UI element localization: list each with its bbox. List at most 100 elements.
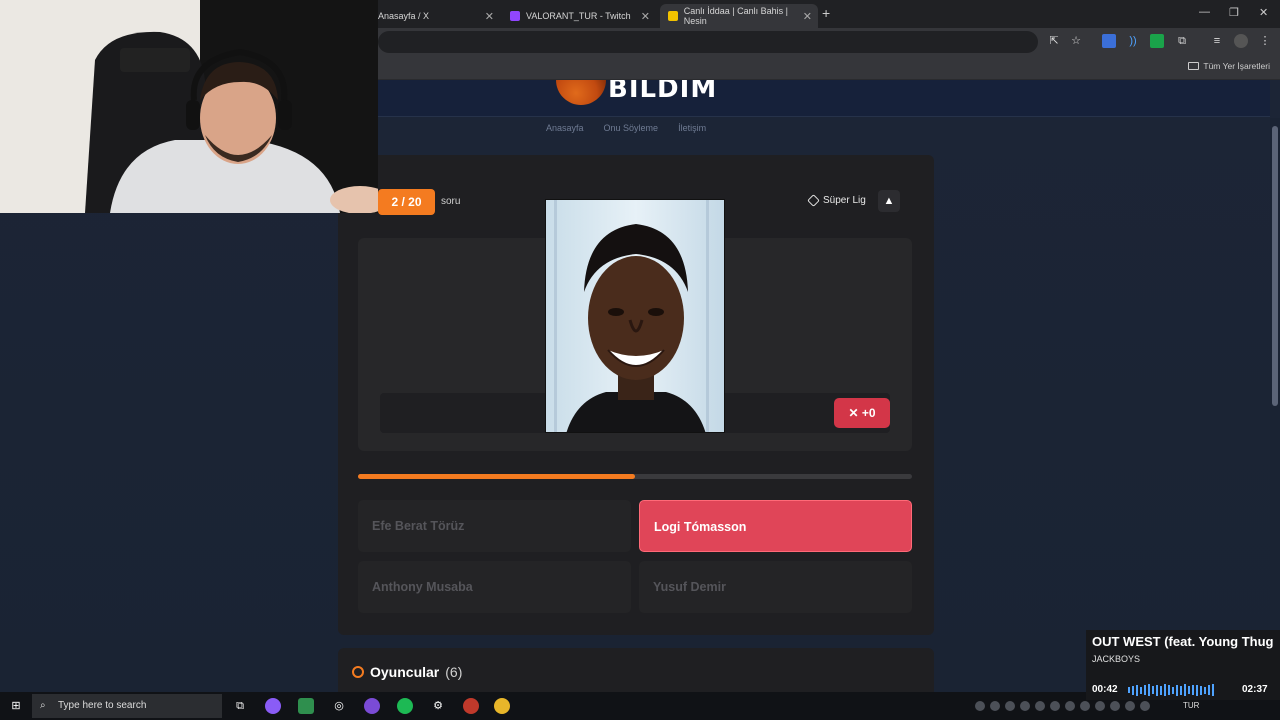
option-4[interactable]: Yusuf Demir [639, 561, 912, 613]
steam-icon[interactable]: ⚙ [430, 698, 446, 714]
nav-contact[interactable]: İletişim [678, 123, 706, 133]
tab-title: Anasayfa / X [378, 11, 430, 21]
folder-icon [1188, 62, 1200, 70]
waveform-bar [1156, 684, 1158, 696]
question-counter: 2 / 20 [378, 189, 435, 215]
nav-home[interactable]: Anasayfa [546, 123, 584, 133]
players-section: Oyuncular (6) [338, 648, 934, 692]
puzzle-icon[interactable]: ⧉ [1175, 34, 1189, 48]
waveform-bar [1152, 686, 1154, 694]
waveform-bar [1200, 685, 1202, 695]
users-icon [352, 666, 364, 678]
close-icon[interactable]: ✕ [485, 10, 494, 23]
extension-icon[interactable]: )) [1126, 34, 1140, 48]
copilot-icon[interactable] [265, 698, 281, 714]
logo-mark [556, 80, 606, 105]
league-tag: Süper Lig [807, 194, 866, 207]
waveform-bar [1168, 685, 1170, 695]
settings-icon[interactable]: ◎ [331, 698, 347, 714]
kick-icon[interactable] [1150, 34, 1164, 48]
waveform-bar [1140, 686, 1142, 694]
search-icon: ⌕ [40, 700, 46, 711]
app-icon[interactable] [364, 698, 380, 714]
tab-title: VALORANT_TUR - Twitch [526, 11, 631, 21]
waveform-bar [1208, 685, 1210, 695]
score-button[interactable]: ✕ +0 [834, 398, 890, 428]
question-word: soru [441, 196, 461, 207]
iddaa-icon [668, 11, 678, 21]
waveform-bar [1184, 684, 1186, 696]
option-2[interactable]: Logi Tómasson [639, 500, 912, 552]
spotify-icon[interactable] [397, 698, 413, 714]
audio-waveform [1128, 684, 1214, 696]
search-placeholder: Type here to search [58, 700, 147, 711]
restore-icon[interactable]: ❐ [1229, 6, 1239, 19]
tab-search-icon[interactable]: ≡ [1210, 34, 1224, 48]
webcam-overlay [0, 0, 378, 213]
waveform-bar [1148, 684, 1150, 696]
star-icon[interactable]: ☆ [1069, 34, 1083, 48]
streamer-webcam-image [0, 0, 378, 213]
waveform-bar [1212, 684, 1214, 696]
new-tab-button[interactable]: + [822, 5, 830, 21]
player-portrait-image [546, 200, 724, 432]
waveform-bar [1176, 684, 1178, 696]
language-indicator[interactable]: TUR [1183, 701, 1199, 710]
song-title: OUT WEST (feat. Young Thug [1092, 634, 1274, 649]
profile-avatar[interactable] [1234, 34, 1248, 48]
players-title: Oyuncular [370, 664, 440, 680]
option-3[interactable]: Anthony Musaba [358, 561, 631, 613]
minimize-icon[interactable]: — [1199, 6, 1210, 18]
report-button[interactable]: ▲ [878, 190, 900, 212]
logo-text: BİLDİM [608, 80, 718, 104]
system-tray[interactable] [975, 701, 1150, 711]
nav-dont-say[interactable]: Onu Söyleme [604, 123, 659, 133]
waveform-bar [1164, 684, 1166, 696]
waveform-bar [1188, 686, 1190, 694]
site-nav: Anasayfa Onu Söyleme İletişim [546, 123, 706, 133]
omnibox[interactable] [378, 31, 1038, 53]
waveform-bar [1192, 685, 1194, 695]
players-count: (6) [445, 664, 463, 680]
song-artist: JACKBOYS [1092, 654, 1141, 664]
now-playing-widget: OUT WEST (feat. Young Thug JACKBOYS 00:4… [1086, 630, 1280, 700]
install-icon[interactable]: ⇱ [1047, 34, 1061, 48]
store-icon[interactable] [298, 698, 314, 714]
players-header: Oyuncular (6) [352, 664, 462, 680]
score-delta: +0 [861, 406, 876, 420]
windows-start-icon[interactable]: ⊞ [8, 698, 24, 714]
waveform-bar [1204, 686, 1206, 694]
bookmarks-label: Tüm Yer İşaretleri [1203, 61, 1270, 71]
close-icon[interactable]: ✕ [803, 10, 812, 23]
tab-twitch[interactable]: VALORANT_TUR - Twitch ✕ [502, 4, 656, 28]
page-scrollbar[interactable] [1270, 118, 1280, 692]
waveform-bar [1128, 687, 1130, 693]
tab-iddaa[interactable]: Canlı İddaa | Canlı Bahis | Nesin ✕ [660, 4, 818, 28]
option-1[interactable]: Efe Berat Törüz [358, 500, 631, 552]
all-bookmarks[interactable]: Tüm Yer İşaretleri [1188, 61, 1270, 71]
quiz-progress-bar [358, 474, 912, 479]
task-view-icon[interactable]: ⧉ [232, 698, 248, 714]
player-photo [545, 199, 725, 433]
tag-icon [807, 194, 820, 207]
scrollbar-thumb[interactable] [1272, 126, 1278, 406]
obs-icon[interactable] [463, 698, 479, 714]
close-window-icon[interactable]: ✕ [1259, 6, 1268, 19]
tab-x[interactable]: Anasayfa / X ✕ [370, 4, 500, 28]
menu-icon[interactable]: ⋮ [1258, 34, 1272, 48]
twitch-icon [510, 11, 520, 21]
tab-title: Canlı İddaa | Canlı Bahis | Nesin [683, 6, 788, 26]
translate-icon[interactable] [1102, 34, 1116, 48]
close-icon[interactable]: ✕ [641, 10, 650, 23]
waveform-bar [1144, 685, 1146, 695]
waveform-bar [1180, 685, 1182, 695]
site-logo[interactable]: BİLDİM [556, 80, 717, 105]
waveform-bar [1196, 684, 1198, 696]
total-time: 02:37 [1242, 684, 1268, 695]
taskbar-search[interactable]: ⌕ Type here to search [32, 694, 222, 718]
waveform-bar [1172, 686, 1174, 694]
chrome-icon[interactable] [494, 698, 510, 714]
waveform-bar [1136, 684, 1138, 696]
league-name: Süper Lig [823, 195, 866, 206]
progress-fill [358, 474, 635, 479]
